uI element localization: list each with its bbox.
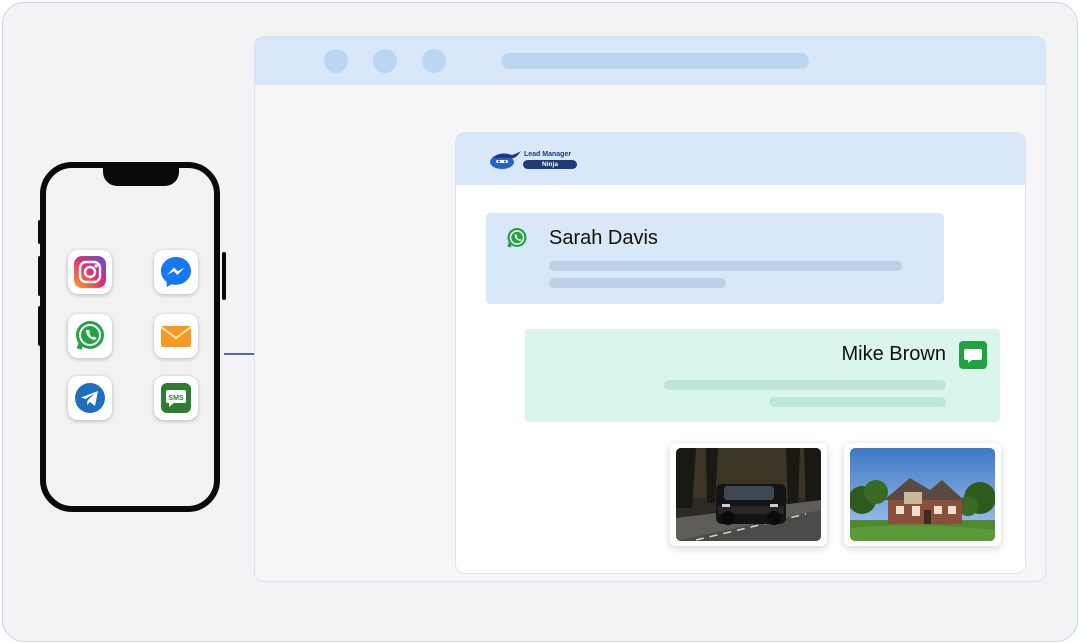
browser-title-bar bbox=[255, 37, 1045, 85]
whatsapp-icon[interactable] bbox=[68, 314, 112, 358]
telegram-icon[interactable] bbox=[68, 376, 112, 420]
lead-manager-app: Lead Manager Ninja Sarah Davis Mike Brow… bbox=[455, 132, 1026, 574]
message-text-placeholder bbox=[549, 278, 726, 288]
phone-power-button bbox=[222, 252, 226, 300]
app-header: Lead Manager Ninja bbox=[456, 133, 1025, 185]
message-text-placeholder bbox=[549, 261, 902, 271]
phone-screen: SMS bbox=[40, 162, 220, 512]
whatsapp-icon bbox=[507, 228, 527, 248]
instagram-icon[interactable] bbox=[68, 250, 112, 294]
ninja-logo-icon bbox=[490, 151, 521, 169]
suv-photo bbox=[676, 448, 821, 541]
image-attachment[interactable] bbox=[670, 443, 827, 546]
phone-notch bbox=[103, 168, 179, 186]
message-text-placeholder bbox=[769, 397, 946, 407]
sender-name: Mike Brown bbox=[841, 343, 946, 365]
url-bar[interactable] bbox=[501, 53, 809, 69]
message-text-placeholder bbox=[664, 380, 946, 390]
sms-label: SMS bbox=[168, 395, 184, 402]
messenger-icon[interactable] bbox=[154, 250, 198, 294]
window-control-dot[interactable] bbox=[324, 49, 348, 73]
phone-mockup: SMS bbox=[38, 160, 226, 518]
outgoing-message[interactable]: Mike Brown bbox=[525, 329, 1000, 422]
window-control-dot[interactable] bbox=[422, 49, 446, 73]
incoming-message[interactable]: Sarah Davis bbox=[486, 213, 944, 304]
image-attachment[interactable] bbox=[844, 443, 1001, 546]
logo-text: Lead Manager bbox=[524, 151, 572, 158]
window-control-dot[interactable] bbox=[373, 49, 397, 73]
logo-subtext: Ninja bbox=[523, 160, 577, 169]
message-icon bbox=[959, 341, 987, 369]
email-icon[interactable] bbox=[154, 314, 198, 358]
sender-name: Sarah Davis bbox=[549, 227, 658, 249]
sms-icon[interactable]: SMS bbox=[154, 376, 198, 420]
lead-manager-logo[interactable]: Lead Manager Ninja bbox=[488, 149, 588, 171]
house-photo bbox=[850, 448, 995, 541]
